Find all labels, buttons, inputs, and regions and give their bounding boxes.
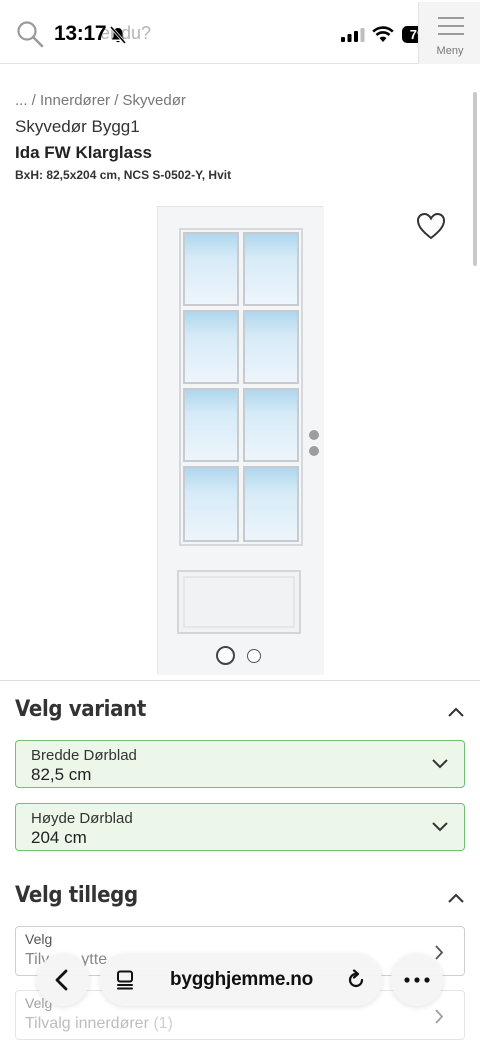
chevron-right-icon — [435, 1009, 444, 1024]
divider — [0, 680, 480, 681]
menu-button[interactable]: Meny — [418, 2, 480, 64]
chevron-down-icon — [432, 822, 448, 832]
bell-off-icon — [110, 26, 126, 44]
menu-label: Meny — [436, 45, 464, 57]
variant-section-title[interactable]: Velg variant — [15, 697, 146, 722]
more-dots-icon — [404, 977, 430, 983]
chevron-up-icon[interactable] — [446, 891, 466, 905]
width-select[interactable]: Bredde Dørblad 82,5 cm — [15, 740, 465, 788]
address-bar[interactable]: bygghjemme.no — [100, 954, 382, 1006]
chevron-up-icon[interactable] — [446, 705, 466, 719]
cellular-signal-icon — [341, 28, 365, 42]
chevron-left-icon — [55, 969, 68, 991]
addons-section-title[interactable]: Velg tillegg — [15, 883, 138, 908]
scrollbar[interactable] — [473, 92, 477, 266]
browser-more-button[interactable] — [391, 954, 443, 1006]
product-category: Skyvedør Bygg1 — [15, 117, 140, 136]
breadcrumb[interactable]: ... / Innerdører / Skyvedør — [15, 92, 186, 109]
product-spec: BxH: 82,5x204 cm, NCS S-0502-Y, Hvit — [15, 168, 232, 182]
tabs-icon[interactable] — [115, 970, 135, 990]
search-icon[interactable] — [16, 20, 44, 48]
hamburger-icon — [438, 17, 464, 19]
chevron-down-icon — [432, 759, 448, 769]
door-illustration — [158, 207, 324, 675]
addon-select-label: Velg — [25, 931, 53, 947]
product-image[interactable] — [157, 206, 324, 675]
reload-icon[interactable] — [345, 969, 367, 991]
top-bar: er du? 13:17 79 Meny — [0, 0, 480, 64]
chevron-right-icon — [435, 945, 444, 960]
status-time: 13:17 — [54, 22, 107, 45]
width-select-label: Bredde Dørblad — [31, 747, 137, 764]
height-select-value: 204 cm — [31, 828, 87, 847]
height-select-label: Høyde Dørblad — [31, 810, 133, 827]
favorite-heart-icon[interactable] — [416, 212, 446, 240]
width-select-value: 82,5 cm — [31, 765, 92, 784]
carousel-dot-active[interactable] — [216, 646, 235, 665]
carousel-dot[interactable] — [247, 649, 261, 663]
browser-back-button[interactable] — [37, 954, 89, 1006]
product-title: Ida FW Klarglass — [15, 143, 152, 162]
url-text[interactable]: bygghjemme.no — [170, 969, 313, 991]
wifi-icon — [372, 26, 394, 42]
height-select[interactable]: Høyde Dørblad 204 cm — [15, 803, 465, 851]
addon-select-value: Tilvalg innerdører (1) — [25, 1015, 173, 1032]
